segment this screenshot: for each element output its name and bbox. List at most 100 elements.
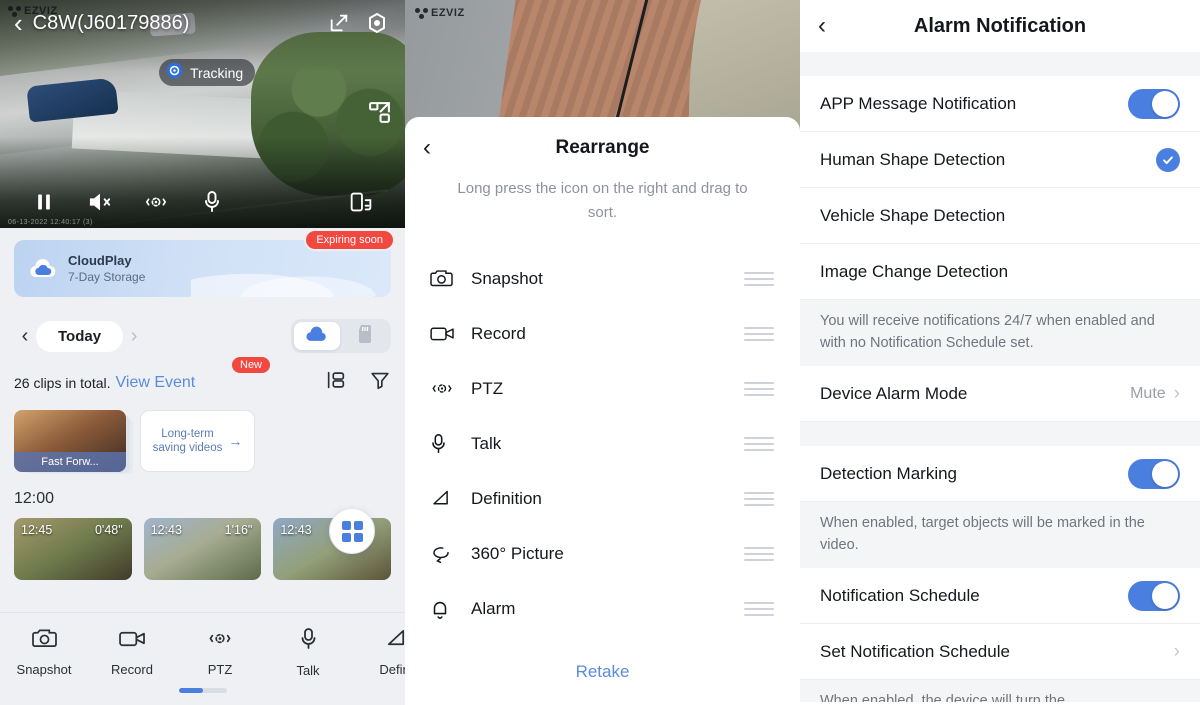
rearrange-label: 360° Picture bbox=[471, 544, 744, 564]
arrow-right-icon: → bbox=[228, 433, 242, 449]
row-notification-schedule[interactable]: Notification Schedule bbox=[800, 568, 1200, 624]
drag-handle-icon[interactable] bbox=[744, 492, 774, 506]
check-icon[interactable] bbox=[1156, 148, 1180, 172]
live-toolbar: Snapshot Record bbox=[0, 612, 405, 705]
drag-handle-icon[interactable] bbox=[744, 547, 774, 561]
toolbar-item-definition[interactable]: Defini bbox=[352, 627, 405, 678]
cloudplay-subtitle: 7-Day Storage bbox=[68, 269, 145, 285]
clip-time: 12:43 bbox=[280, 523, 311, 537]
rearrange-header: ‹ Rearrange bbox=[405, 117, 800, 179]
date-navigation-bar: ‹ Today › bbox=[14, 317, 391, 355]
row-image-change-detection[interactable]: Image Change Detection bbox=[800, 244, 1200, 300]
app-message-toggle[interactable] bbox=[1128, 89, 1180, 119]
alarm-title: Alarm Notification bbox=[800, 15, 1200, 38]
rearrange-item-definition[interactable]: Definition bbox=[405, 471, 800, 526]
sd-card-icon bbox=[357, 324, 373, 349]
rearrange-sheet: ‹ Rearrange Long press the icon on the r… bbox=[405, 117, 800, 705]
detection-marking-toggle[interactable] bbox=[1128, 459, 1180, 489]
pause-icon[interactable] bbox=[16, 191, 72, 213]
row-app-message-notification[interactable]: APP Message Notification bbox=[800, 76, 1200, 132]
back-icon[interactable]: ‹ bbox=[14, 10, 23, 36]
rearrange-label: Alarm bbox=[471, 599, 744, 619]
next-day-icon[interactable]: › bbox=[123, 325, 145, 348]
row-human-shape-detection[interactable]: Human Shape Detection bbox=[800, 132, 1200, 188]
view-event-link[interactable]: View Event bbox=[116, 374, 196, 392]
row-set-notification-schedule[interactable]: Set Notification Schedule › bbox=[800, 624, 1200, 680]
clip-thumbnail[interactable]: 12:45 0'48" bbox=[14, 518, 132, 580]
rearrange-panel: EZVIZ ‹ Rearrange Long press the icon on… bbox=[405, 0, 800, 705]
row-device-alarm-mode[interactable]: Device Alarm Mode Mute › bbox=[800, 366, 1200, 422]
toolbar-label: Talk bbox=[296, 663, 319, 678]
toolbar-item-record[interactable]: Record bbox=[88, 627, 176, 678]
share-external-icon[interactable] bbox=[325, 9, 353, 37]
long-term-line2: saving videos bbox=[153, 441, 223, 455]
speaker-muted-icon[interactable] bbox=[72, 191, 128, 213]
panorama-360-icon bbox=[429, 543, 463, 564]
ptz-icon bbox=[206, 627, 234, 655]
toolbar-item-talk[interactable]: Talk bbox=[264, 627, 352, 678]
rearrange-item-record[interactable]: Record bbox=[405, 306, 800, 361]
rearrange-item-360-picture[interactable]: 360° Picture bbox=[405, 526, 800, 581]
rearrange-item-alarm[interactable]: Alarm bbox=[405, 581, 800, 636]
new-badge: New bbox=[232, 357, 270, 373]
rearrange-item-talk[interactable]: Talk bbox=[405, 416, 800, 471]
cloudplay-text: CloudPlay 7-Day Storage bbox=[68, 253, 145, 285]
video-timestamp: 06-13-2022 12:40:17 (3) bbox=[8, 219, 93, 226]
cloud-storage-tab[interactable] bbox=[294, 322, 340, 350]
clips-count-text: 26 clips in total. bbox=[14, 375, 111, 391]
ptz-icon[interactable] bbox=[128, 191, 184, 213]
toolbar-item-snapshot[interactable]: Snapshot bbox=[0, 627, 88, 678]
cloudplay-banner[interactable]: CloudPlay 7-Day Storage Expiring soon bbox=[14, 240, 391, 297]
drag-handle-icon[interactable] bbox=[744, 602, 774, 616]
long-term-line1: Long-term bbox=[153, 427, 223, 441]
retake-button[interactable]: Retake bbox=[405, 662, 800, 682]
schedule-note: When enabled, the device will turn the bbox=[800, 680, 1200, 702]
toolbar-label: Defini bbox=[379, 662, 405, 677]
rearrange-item-ptz[interactable]: PTZ bbox=[405, 361, 800, 416]
rearrange-label: Talk bbox=[471, 434, 744, 454]
clip-time: 12:43 bbox=[151, 523, 182, 537]
grid-view-icon[interactable] bbox=[329, 508, 375, 554]
drag-handle-icon[interactable] bbox=[744, 327, 774, 341]
live-video-player[interactable]: EZVIZ ‹ C8W(J60179886) bbox=[0, 0, 405, 228]
drag-handle-icon[interactable] bbox=[744, 382, 774, 396]
clip-thumbnail[interactable]: 12:43 1'16" bbox=[144, 518, 262, 580]
multi-screen-icon[interactable] bbox=[333, 190, 389, 214]
tracking-badge[interactable]: Tracking bbox=[159, 59, 255, 86]
filter-funnel-icon[interactable] bbox=[369, 369, 391, 396]
microphone-icon[interactable] bbox=[184, 190, 240, 214]
current-date-pill[interactable]: Today bbox=[36, 321, 123, 352]
prev-day-icon[interactable]: ‹ bbox=[14, 325, 36, 348]
fast-forward-caption: Fast Forw... bbox=[14, 452, 126, 472]
expiring-badge: Expiring soon bbox=[306, 231, 393, 249]
row-vehicle-shape-detection[interactable]: Vehicle Shape Detection bbox=[800, 188, 1200, 244]
hexagon-settings-icon[interactable] bbox=[363, 9, 391, 37]
fast-forward-card[interactable]: Fast Forw... bbox=[14, 410, 126, 472]
video-camera-icon bbox=[429, 323, 463, 344]
long-term-saving-card[interactable]: Long-term saving videos → bbox=[140, 410, 255, 472]
row-label: Notification Schedule bbox=[820, 586, 1128, 606]
detection-marking-note: When enabled, target objects will be mar… bbox=[800, 502, 1200, 568]
row-detection-marking[interactable]: Detection Marking bbox=[800, 446, 1200, 502]
sdcard-storage-tab[interactable] bbox=[342, 322, 388, 350]
drag-handle-icon[interactable] bbox=[744, 272, 774, 286]
row-label: Image Change Detection bbox=[820, 262, 1180, 282]
long-term-label: Long-term saving videos bbox=[153, 427, 223, 455]
detection-note: You will receive notifications 24/7 when… bbox=[800, 300, 1200, 366]
toolbar-items: Snapshot Record bbox=[0, 613, 405, 678]
alarm-header: ‹ Alarm Notification bbox=[800, 0, 1200, 52]
list-layout-icon[interactable] bbox=[325, 369, 347, 396]
drag-handle-icon[interactable] bbox=[744, 437, 774, 451]
tracking-target-icon bbox=[165, 61, 184, 85]
video-right-controls bbox=[365, 98, 393, 126]
rearrange-label: Record bbox=[471, 324, 744, 344]
ezviz-watermark: EZVIZ bbox=[415, 7, 465, 19]
timeline-hour-label: 12:00 bbox=[14, 490, 391, 508]
toolbar-item-ptz[interactable]: PTZ bbox=[176, 627, 264, 678]
toolbar-label: Snapshot bbox=[17, 662, 72, 677]
row-label: Device Alarm Mode bbox=[820, 384, 1130, 404]
notification-schedule-toggle[interactable] bbox=[1128, 581, 1180, 611]
toolbar-page-indicator bbox=[0, 688, 405, 693]
rearrange-item-snapshot[interactable]: Snapshot bbox=[405, 251, 800, 306]
picture-in-picture-icon[interactable] bbox=[365, 98, 393, 126]
